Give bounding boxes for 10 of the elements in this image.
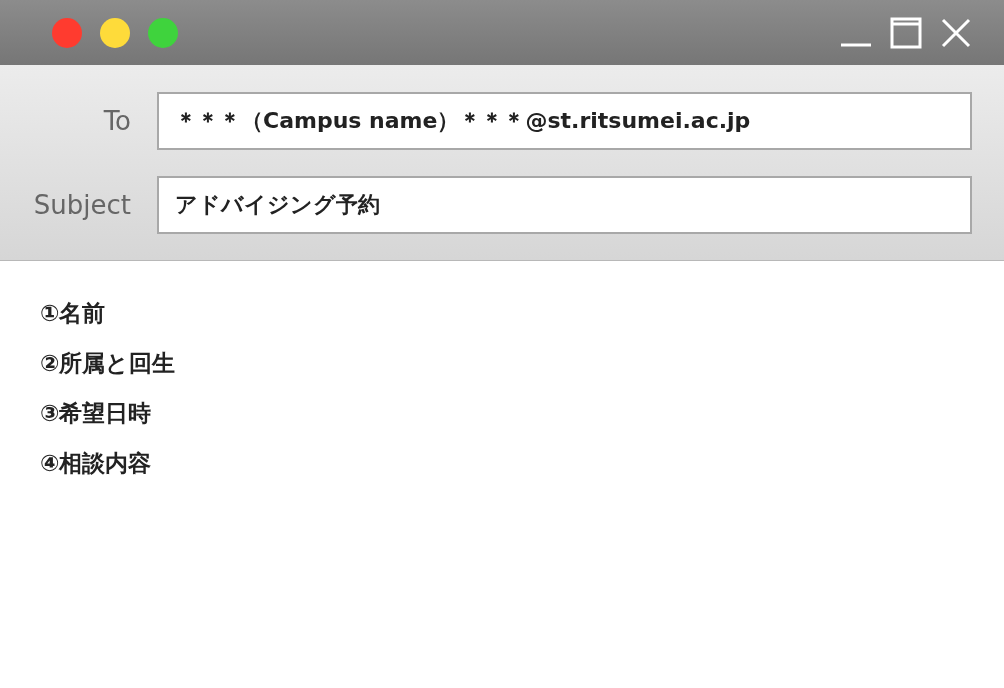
body-line: ②所属と回生 [40, 349, 177, 378]
field-label: To [102, 104, 132, 138]
field-label: Subject [32, 188, 132, 222]
body-line: ①名前 [40, 299, 107, 328]
body-line: ③希望日時 [40, 399, 153, 428]
input-field[interactable]: アドバイジング予約 [157, 176, 972, 234]
maximize-icon[interactable] [890, 16, 922, 49]
close-icon[interactable] [940, 16, 972, 49]
body-line: ④相談内容 [40, 449, 153, 478]
input-field[interactable]: ＊＊＊（Campus name）＊＊＊@st.ritsumei.ac.jp [157, 92, 972, 150]
